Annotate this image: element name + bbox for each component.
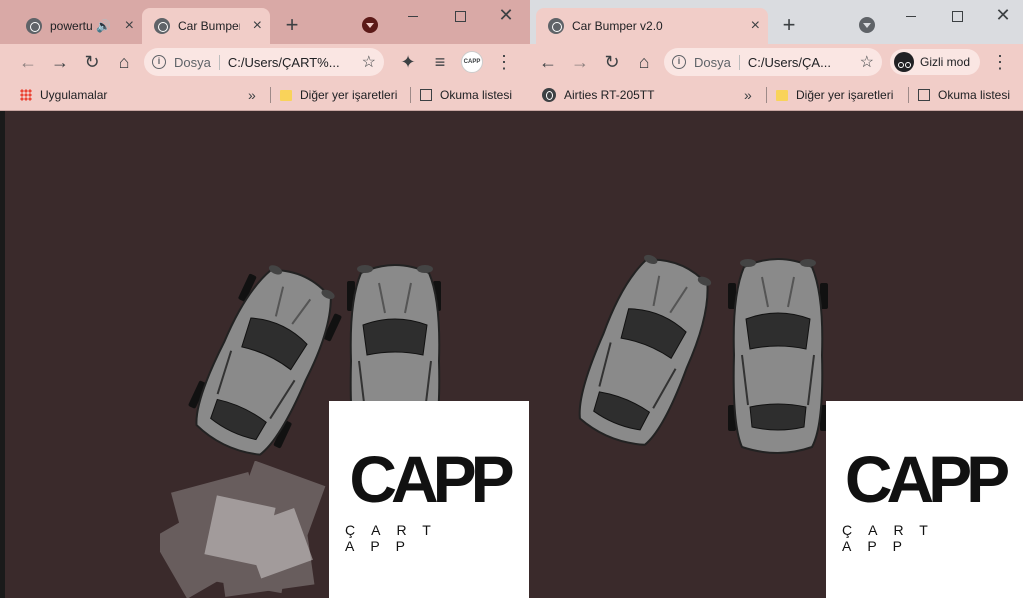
info-icon[interactable]: i xyxy=(152,55,166,69)
maximize-button[interactable] xyxy=(437,6,483,26)
bookmark-label: Airties RT-205TT xyxy=(564,88,655,102)
toolbar: ← → ↻ ⌂ i Dosya C:/Users/ÇART%... ☆ ✦ ≡ … xyxy=(0,44,530,80)
tab-car-bumper[interactable]: Car Bumper × xyxy=(142,8,270,44)
divider xyxy=(908,87,909,103)
bookmark-label: Diğer yer işaretleri xyxy=(300,88,398,102)
bookmark-other[interactable]: Diğer yer işaretleri xyxy=(770,88,899,102)
tab-strip: Car Bumper v2.0 × + ✕ xyxy=(530,0,1023,44)
browser-window-right: Car Bumper v2.0 × + ✕ ← → ↻ ⌂ i Dosya C:… xyxy=(530,0,1023,598)
bookmark-label: Uygulamalar xyxy=(40,88,108,102)
game-canvas[interactable]: CAPP ÇART APP xyxy=(5,111,530,598)
capp-logo: CAPP ÇART APP xyxy=(826,401,1023,598)
speaker-icon[interactable]: 🔊 xyxy=(96,19,111,33)
toolbar: ← → ↻ ⌂ i Dosya C:/Users/ÇA... ☆ Gizli m… xyxy=(530,44,1023,80)
divider xyxy=(410,87,411,103)
browser-window-left: powertu 🔊 × Car Bumper × + ✕ ← → ↻ ⌂ i D… xyxy=(0,0,530,598)
star-icon[interactable]: ☆ xyxy=(362,52,376,72)
media-queue-icon[interactable]: ≡ xyxy=(424,46,456,78)
apps-grid-icon xyxy=(20,89,32,101)
tab-powertu[interactable]: powertu 🔊 × xyxy=(14,8,142,44)
tab-title: Car Bumper v2.0 xyxy=(572,19,663,33)
tab-title: Car Bumper xyxy=(178,19,240,33)
parked-car xyxy=(728,258,828,454)
incognito-label: Gizli mod xyxy=(920,55,971,69)
close-window-button[interactable]: ✕ xyxy=(980,6,1023,26)
maximize-button[interactable] xyxy=(934,6,980,26)
folder-icon xyxy=(776,89,788,101)
capp-avatar-icon: CAPP xyxy=(461,51,483,73)
close-tab-icon[interactable]: × xyxy=(745,17,760,35)
logo-mark: CAPP xyxy=(349,441,514,516)
new-tab-button[interactable]: + xyxy=(775,12,803,38)
tire-smoke xyxy=(160,461,326,598)
divider xyxy=(766,87,767,103)
forward-arrow-icon[interactable]: → xyxy=(564,46,596,78)
logo-subtitle: ÇART APP xyxy=(842,521,944,554)
bookmark-reading-list[interactable]: Okuma listesi xyxy=(912,88,1016,102)
new-tab-button[interactable]: + xyxy=(278,12,306,38)
bookmark-reading-list[interactable]: Okuma listesi xyxy=(414,88,518,102)
bookmark-other[interactable]: Diğer yer işaretleri xyxy=(274,88,403,102)
url-scheme: Dosya xyxy=(694,54,740,70)
bookmarks-bar: Airties RT-205TT » Diğer yer işaretleri … xyxy=(530,80,1023,111)
address-bar[interactable]: i Dosya C:/Users/ÇA... ☆ xyxy=(664,48,882,76)
capp-logo: CAPP ÇART APP xyxy=(329,401,529,598)
reading-list-icon xyxy=(918,89,930,101)
info-icon[interactable]: i xyxy=(672,55,686,69)
player-car xyxy=(578,254,712,446)
bookmark-label: Okuma listesi xyxy=(938,88,1011,102)
tab-car-bumper-v2[interactable]: Car Bumper v2.0 × xyxy=(536,8,768,44)
globe-icon xyxy=(542,88,556,102)
forward-arrow-icon[interactable]: → xyxy=(44,46,76,78)
extensions-puzzle-icon[interactable]: ✦ xyxy=(392,46,424,78)
profile-avatar[interactable]: CAPP xyxy=(456,46,488,78)
reload-icon[interactable]: ↻ xyxy=(596,46,628,78)
url-text[interactable]: C:/Users/ÇART%... xyxy=(228,55,356,70)
globe-icon xyxy=(26,18,42,34)
globe-icon xyxy=(548,18,564,34)
close-window-button[interactable]: ✕ xyxy=(483,6,529,26)
tab-search-icon[interactable] xyxy=(362,17,378,33)
url-text[interactable]: C:/Users/ÇA... xyxy=(748,55,854,70)
reload-icon[interactable]: ↻ xyxy=(76,46,108,78)
address-bar[interactable]: i Dosya C:/Users/ÇART%... ☆ xyxy=(144,48,384,76)
minimize-button[interactable] xyxy=(888,6,934,26)
home-icon[interactable]: ⌂ xyxy=(108,46,140,78)
logo-subtitle: ÇART APP xyxy=(345,521,447,554)
menu-kebab-icon[interactable]: ⋮ xyxy=(488,46,520,78)
incognito-indicator[interactable]: Gizli mod xyxy=(890,49,981,75)
bookmarks-bar: Uygulamalar » Diğer yer işaretleri Okuma… xyxy=(0,80,530,111)
home-icon[interactable]: ⌂ xyxy=(628,46,660,78)
game-canvas[interactable]: CAPP ÇART APP xyxy=(530,111,1023,598)
url-scheme: Dosya xyxy=(174,54,220,70)
more-bookmarks-chevron[interactable]: » xyxy=(248,87,256,103)
player-car xyxy=(188,265,342,456)
close-tab-icon[interactable]: × xyxy=(119,17,134,35)
tab-search-icon[interactable] xyxy=(859,17,875,33)
reading-list-icon xyxy=(420,89,432,101)
star-icon[interactable]: ☆ xyxy=(860,52,874,72)
globe-icon xyxy=(154,18,170,34)
more-bookmarks-chevron[interactable]: » xyxy=(744,87,752,103)
tab-title: powertu xyxy=(50,19,92,33)
bookmark-airties[interactable]: Airties RT-205TT xyxy=(536,88,660,102)
folder-icon xyxy=(280,89,292,101)
minimize-button[interactable] xyxy=(390,6,436,26)
logo-mark: CAPP xyxy=(844,441,1010,516)
tab-strip: powertu 🔊 × Car Bumper × + ✕ xyxy=(0,0,530,44)
divider xyxy=(270,87,271,103)
incognito-icon xyxy=(894,52,914,72)
back-arrow-icon[interactable]: ← xyxy=(12,46,44,78)
close-tab-icon[interactable]: × xyxy=(247,17,262,35)
bookmark-label: Diğer yer işaretleri xyxy=(796,88,894,102)
back-arrow-icon[interactable]: ← xyxy=(532,46,564,78)
bookmark-apps[interactable]: Uygulamalar xyxy=(14,88,113,102)
bookmark-label: Okuma listesi xyxy=(440,88,513,102)
menu-kebab-icon[interactable]: ⋮ xyxy=(984,46,1016,78)
